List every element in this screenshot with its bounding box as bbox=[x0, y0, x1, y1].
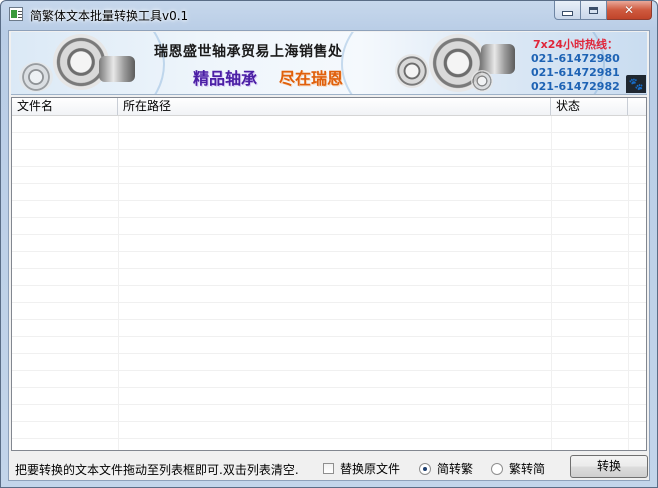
hotline-number: 021-61472981 bbox=[531, 66, 620, 79]
bearing-image bbox=[471, 70, 493, 92]
convert-button[interactable]: 转换 bbox=[570, 455, 648, 478]
empty-row bbox=[12, 252, 646, 269]
empty-row bbox=[12, 116, 646, 133]
banner-slogan: 精品轴承 bbox=[193, 69, 258, 88]
empty-row bbox=[12, 354, 646, 371]
maximize-button[interactable] bbox=[581, 1, 607, 20]
maximize-icon bbox=[589, 6, 598, 14]
mode-t2s-radio[interactable] bbox=[491, 462, 503, 475]
empty-row bbox=[12, 337, 646, 354]
column-header-status[interactable]: 状态 bbox=[551, 98, 628, 115]
empty-row bbox=[12, 235, 646, 252]
file-list[interactable]: 文件名 所在路径 状态 bbox=[11, 97, 647, 451]
bearing-image bbox=[19, 62, 53, 92]
close-icon: ✕ bbox=[623, 3, 635, 17]
hotline-number: 021-61472980 bbox=[531, 52, 620, 65]
caption-buttons: ✕ bbox=[554, 1, 652, 20]
app-window: 简繁体文本批量转换工具v0.1 ✕ 瑞恩盛世轴承贸易上海销售处 精品轴承 尽在瑞… bbox=[0, 0, 658, 488]
mode-s2t-label: 简转繁 bbox=[437, 462, 474, 476]
empty-row bbox=[12, 320, 646, 337]
empty-row bbox=[12, 218, 646, 235]
usage-hint: 把要转换的文本文件拖动至列表框即可.双击列表清空. bbox=[15, 463, 299, 477]
hotline-title: 7x24小时热线： bbox=[533, 38, 619, 51]
replace-original-option[interactable]: 替换原文件 bbox=[323, 460, 400, 477]
hotline-number: 021-61472982 bbox=[531, 80, 620, 93]
title-bar[interactable]: 简繁体文本批量转换工具v0.1 ✕ bbox=[1, 1, 657, 29]
empty-row bbox=[12, 286, 646, 303]
mode-s2t-option[interactable]: 简转繁 bbox=[419, 460, 473, 477]
column-header-filename[interactable]: 文件名 bbox=[12, 98, 118, 115]
empty-row bbox=[12, 303, 646, 320]
bearing-image bbox=[481, 44, 515, 74]
ad-banner[interactable]: 瑞恩盛世轴承贸易上海销售处 精品轴承 尽在瑞恩 7x24小时热线： 021-61… bbox=[11, 32, 647, 95]
close-button[interactable]: ✕ bbox=[607, 1, 652, 20]
mode-t2s-label: 繁转简 bbox=[509, 462, 546, 476]
client-area: 瑞恩盛世轴承贸易上海销售处 精品轴承 尽在瑞恩 7x24小时热线： 021-61… bbox=[8, 30, 650, 481]
empty-row bbox=[12, 388, 646, 405]
empty-row bbox=[12, 184, 646, 201]
empty-row bbox=[12, 269, 646, 286]
app-icon[interactable] bbox=[9, 7, 23, 21]
empty-row bbox=[12, 439, 646, 450]
empty-row bbox=[12, 422, 646, 439]
column-header-filler bbox=[628, 98, 646, 115]
banner-slogan: 尽在瑞恩 bbox=[279, 69, 344, 88]
empty-row bbox=[12, 201, 646, 218]
minimize-button[interactable] bbox=[554, 1, 581, 20]
bearing-image bbox=[395, 54, 429, 88]
mode-t2s-option[interactable]: 繁转简 bbox=[491, 460, 545, 477]
window-title: 简繁体文本批量转换工具v0.1 bbox=[30, 9, 189, 23]
empty-row bbox=[12, 405, 646, 422]
list-header: 文件名 所在路径 状态 bbox=[12, 98, 646, 116]
column-header-path[interactable]: 所在路径 bbox=[118, 98, 551, 115]
empty-row bbox=[12, 167, 646, 184]
replace-original-label: 替换原文件 bbox=[340, 462, 401, 476]
list-rows bbox=[12, 116, 646, 450]
bearing-image bbox=[99, 56, 135, 82]
banner-company-name: 瑞恩盛世轴承贸易上海销售处 bbox=[154, 44, 343, 60]
mode-s2t-radio[interactable] bbox=[419, 462, 431, 475]
empty-row bbox=[12, 371, 646, 388]
paw-icon[interactable]: 🐾 bbox=[626, 75, 646, 93]
minimize-icon bbox=[562, 10, 573, 16]
empty-row bbox=[12, 150, 646, 167]
replace-original-checkbox[interactable] bbox=[323, 463, 334, 474]
empty-row bbox=[12, 133, 646, 150]
